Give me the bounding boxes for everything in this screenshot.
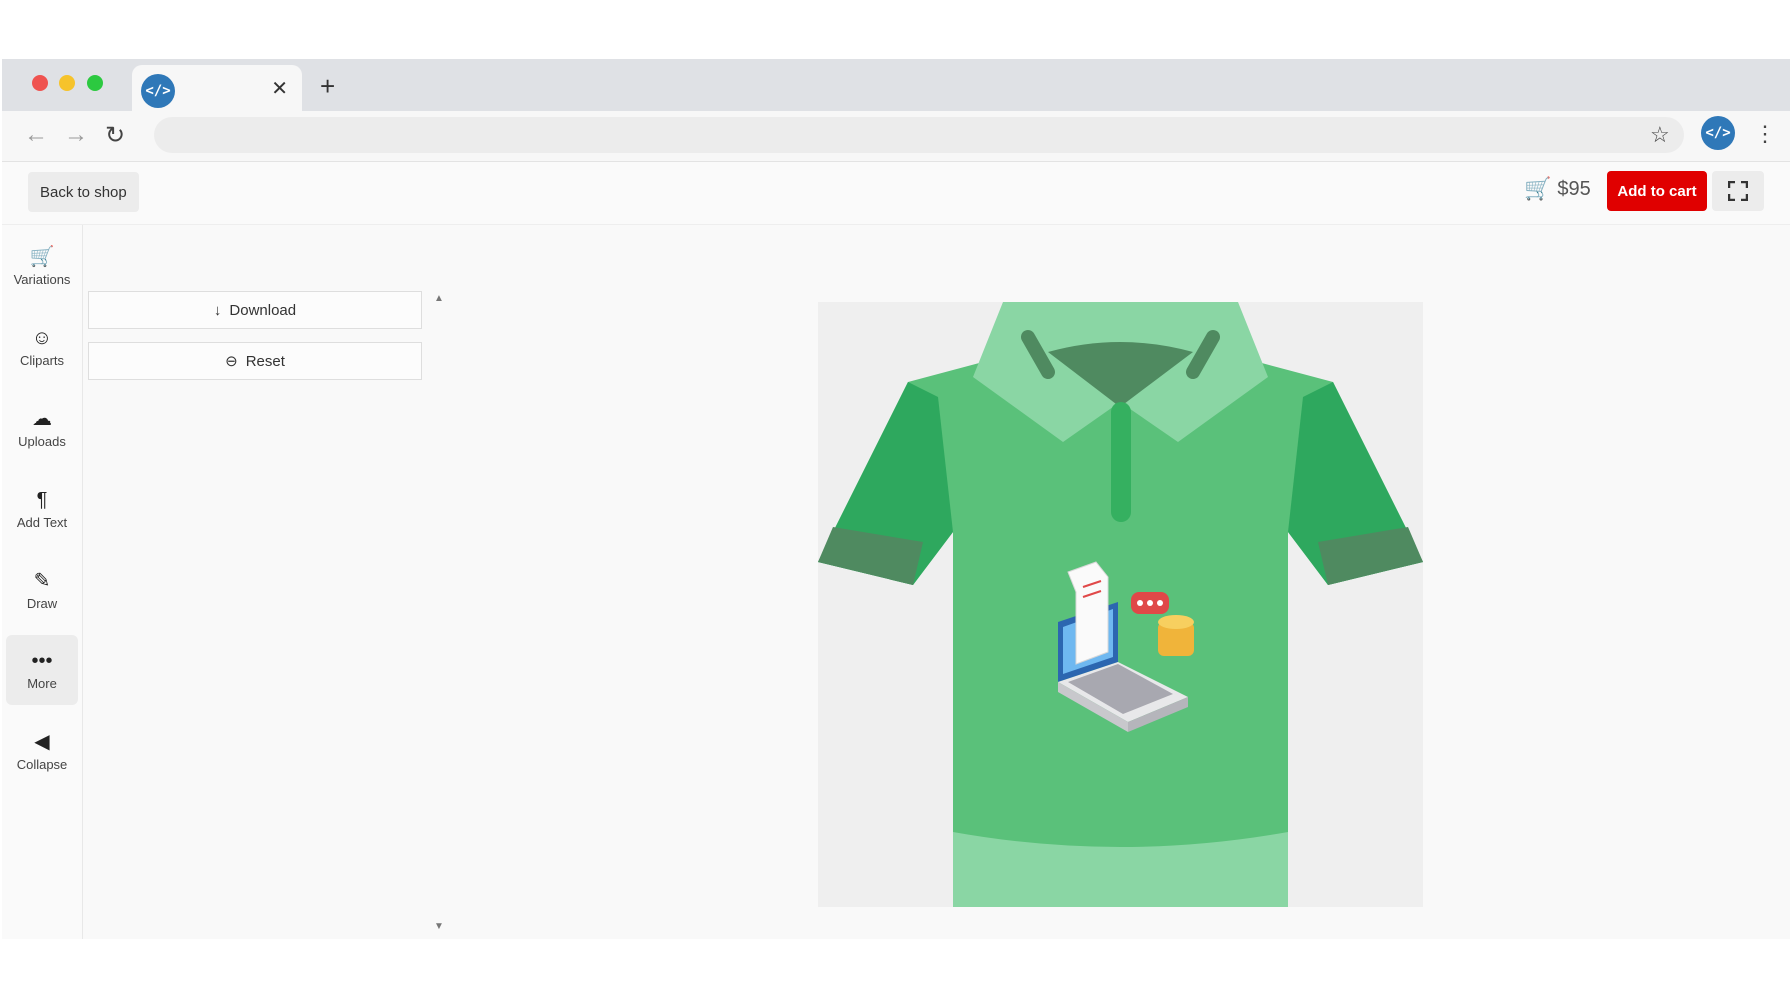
back-to-shop-button[interactable]: Back to shop (28, 172, 139, 212)
sidebar-item-cliparts[interactable]: ☺ Cliparts (6, 312, 78, 382)
sidebar-item-more[interactable]: ••• More (6, 635, 78, 705)
browser-menu-icon[interactable]: ⋮ (1754, 121, 1776, 147)
sidebar-item-label: Collapse (16, 756, 68, 772)
browser-tab[interactable]: </> ✕ (132, 65, 302, 111)
address-bar[interactable] (154, 117, 1684, 153)
profile-avatar[interactable]: </> (1701, 116, 1735, 150)
close-window-button[interactable] (32, 75, 48, 91)
code-logo-icon: </> (141, 74, 175, 108)
back-arrow-icon[interactable]: ← (24, 121, 48, 149)
more-dots-icon: ••• (31, 649, 53, 672)
tool-panel: ↓ Download ⊖ Reset ▲ ▼ ◀ ▶ (88, 225, 448, 932)
collapse-icon: ◀ (34, 730, 50, 753)
sidebar-item-collapse[interactable]: ◀ Collapse (6, 716, 78, 786)
sidebar-item-label: Variations (13, 271, 71, 287)
browser-toolbar: ← → ↻ ☆ </> ⋮ (2, 111, 1790, 162)
scroll-down-arrow-icon[interactable]: ▼ (434, 921, 444, 932)
design-canvas[interactable] (818, 302, 1423, 907)
tool-sidebar: 🛒 Variations ☺ Cliparts ☁ Uploads ¶ Add … (2, 225, 83, 939)
maximize-window-button[interactable] (87, 75, 103, 91)
minimize-window-button[interactable] (59, 75, 75, 91)
download-label: Download (229, 301, 297, 319)
designer-header: Back to shop 🛒 $95 Add to cart (2, 162, 1790, 225)
paragraph-icon: ¶ (36, 488, 48, 511)
reset-label: Reset (245, 352, 285, 370)
sidebar-item-uploads[interactable]: ☁ Uploads (6, 393, 78, 463)
cart-icon: 🛒 (29, 245, 55, 268)
sidebar-item-label: Add Text (16, 514, 68, 530)
sidebar-item-label: More (27, 675, 57, 691)
sidebar-item-label: Draw (26, 595, 58, 611)
tab-bar: </> ✕ + (2, 59, 1790, 111)
reload-icon[interactable]: ↻ (105, 121, 125, 150)
download-icon: ↓ (213, 301, 222, 319)
smile-icon: ☺ (31, 326, 53, 349)
sidebar-item-draw[interactable]: ✎ Draw (6, 555, 78, 625)
sidebar-item-label: Uploads (18, 433, 66, 449)
sidebar-item-label: Cliparts (19, 352, 65, 368)
scroll-up-arrow-icon[interactable]: ▲ (434, 293, 444, 304)
cart-price: 🛒 $95 (1524, 176, 1591, 202)
sidebar-item-add-text[interactable]: ¶ Add Text (6, 474, 78, 544)
expand-icon (1728, 181, 1748, 201)
forward-arrow-icon[interactable]: → (64, 121, 88, 149)
download-button[interactable]: ↓ Download (88, 291, 422, 329)
new-tab-button[interactable]: + (320, 71, 335, 102)
bookmark-star-icon[interactable]: ☆ (1650, 122, 1670, 148)
cloud-upload-icon: ☁ (32, 407, 52, 430)
fullscreen-button[interactable] (1712, 171, 1764, 211)
price-value: $95 (1557, 177, 1591, 200)
add-to-cart-button[interactable]: Add to cart (1607, 171, 1707, 211)
close-icon[interactable]: ✕ (271, 76, 288, 101)
sidebar-item-variations[interactable]: 🛒 Variations (6, 231, 78, 301)
reset-button[interactable]: ⊖ Reset (88, 342, 422, 380)
browser-window: </> ✕ + ← → ↻ ☆ </> ⋮ Back to shop 🛒 $95… (2, 59, 1790, 939)
reset-icon: ⊖ (225, 353, 238, 370)
cart-icon: 🛒 (1524, 176, 1552, 201)
polo-shirt-image (818, 302, 1423, 907)
brush-icon: ✎ (33, 569, 51, 592)
